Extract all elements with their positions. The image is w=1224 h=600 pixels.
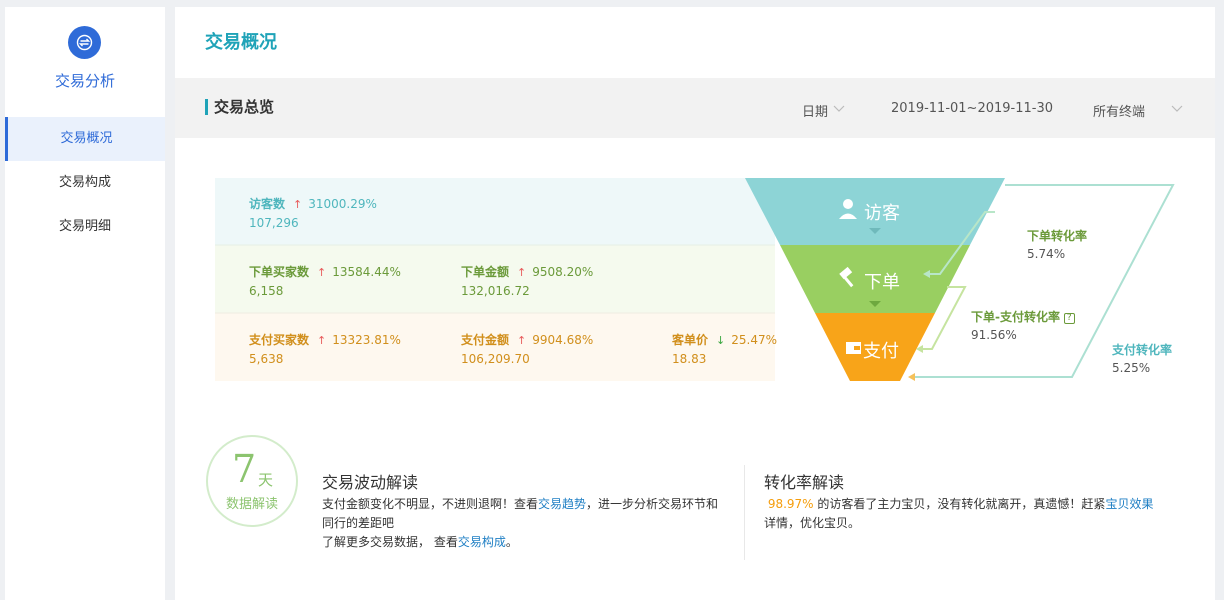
conversion-value: 5.25% xyxy=(1112,361,1151,375)
exchange-icon xyxy=(68,26,101,59)
arrow-up-icon: ↑ xyxy=(317,334,327,347)
metric-order-buyers: 下单买家数 ↑ 13584.44% 6,158 xyxy=(249,263,401,300)
link-trade-trend[interactable]: 交易趋势 xyxy=(538,497,586,511)
metric-value: 107,296 xyxy=(249,216,299,230)
sidebar-item-composition[interactable]: 交易构成 xyxy=(5,161,165,205)
link-item-effect[interactable]: 宝贝效果 xyxy=(1105,497,1153,511)
text-segment: 了解更多交易数据， 查看 xyxy=(322,535,458,549)
link-trade-composition[interactable]: 交易构成 xyxy=(458,535,506,549)
arrow-up-icon: ↑ xyxy=(293,198,303,211)
metric-value: 106,209.70 xyxy=(461,352,530,366)
metric-pct: 13323.81% xyxy=(332,333,401,347)
fluctuation-text: 支付金额变化不明显，不进则退啊！查看交易趋势，进一步分析交易环节和 同行的差距吧… xyxy=(322,495,742,552)
arrow-up-icon: ↑ xyxy=(317,266,327,279)
text-segment: 支付金额变化不明显，不进则退啊！查看 xyxy=(322,497,539,511)
conversion-value: 91.56% xyxy=(971,328,1017,342)
metric-pay-amount: 支付金额 ↑ 9904.68% 106,209.70 xyxy=(461,331,593,368)
badge-number: 7 xyxy=(232,447,257,491)
metric-value: 6,158 xyxy=(249,284,284,298)
insight-badge: 7 天 数据解读 xyxy=(206,435,298,527)
fluctuation-title: 交易波动解读 xyxy=(322,473,419,492)
metric-value: 5,638 xyxy=(249,352,284,366)
arrow-down-icon: ↓ xyxy=(716,334,726,347)
metric-unit-price: 客单价 ↓ 25.47% 18.83 xyxy=(672,331,777,368)
sidebar-title: 交易分析 xyxy=(54,72,115,90)
conversion-insight-title: 转化率解读 xyxy=(764,473,845,492)
metric-label: 下单买家数 xyxy=(249,265,310,279)
text-segment: 。 xyxy=(505,535,518,549)
metric-label: 支付买家数 xyxy=(249,333,310,347)
funnel-label-pay: 支付 xyxy=(863,341,899,362)
text-segment: 同行的差距吧 xyxy=(322,516,395,530)
metric-pct: 25.47% xyxy=(731,333,777,347)
metric-pct: 9508.20% xyxy=(532,265,594,279)
funnel-label-visitor: 访客 xyxy=(864,203,900,224)
metric-label: 客单价 xyxy=(672,333,709,347)
metric-visitors: 访客数 ↑ 31000.29% 107,296 xyxy=(249,195,377,232)
sidebar-item-overview[interactable]: 交易概况 xyxy=(5,117,165,161)
metric-pct: 9904.68% xyxy=(532,333,594,347)
metric-value: 18.83 xyxy=(672,352,707,366)
arrow-up-icon: ↑ xyxy=(517,334,527,347)
question-icon[interactable]: ? xyxy=(1063,313,1075,324)
conversion-order: 下单转化率 5.74% xyxy=(1027,227,1087,263)
divider xyxy=(744,465,745,560)
text-segment: 的访客看了主力宝贝，没有转化就离开，真遗憾！赶紧 xyxy=(817,497,1106,511)
badge-subtitle: 数据解读 xyxy=(225,497,278,512)
main-panel: 交易概况 交易总览 日期 2019-11-01~2019-11-30 所有终端 xyxy=(175,7,1215,600)
metric-pct: 31000.29% xyxy=(308,197,377,211)
conversion-name: 下单转化率 xyxy=(1027,229,1088,243)
metric-label: 支付金额 xyxy=(461,333,510,347)
sidebar: 交易分析 交易概况 交易构成 交易明细 xyxy=(5,7,165,600)
conversion-name: 下单-支付转化率 xyxy=(971,310,1060,324)
funnel-label-order: 下单 xyxy=(864,272,900,293)
sidebar-item-detail[interactable]: 交易明细 xyxy=(5,205,165,249)
text-segment: 详情，优化宝贝。 xyxy=(764,516,861,530)
conversion-order-pay: 下单-支付转化率 ? 91.56% xyxy=(971,308,1075,344)
metric-order-amount: 下单金额 ↑ 9508.20% 132,016.72 xyxy=(461,263,593,300)
conversion-name: 支付转化率 xyxy=(1112,343,1173,357)
conversion-pay: 支付转化率 5.25% xyxy=(1112,341,1172,377)
metric-value: 132,016.72 xyxy=(461,284,530,298)
arrow-up-icon: ↑ xyxy=(517,266,527,279)
text-segment: ，进一步分析交易环节和 xyxy=(586,497,719,511)
conversion-insight-text: 98.97% 的访客看了主力宝贝，没有转化就离开，真遗憾！赶紧宝贝效果 详情，优… xyxy=(764,495,1184,533)
metric-pay-buyers: 支付买家数 ↑ 13323.81% 5,638 xyxy=(249,331,401,368)
wallet-icon xyxy=(846,342,861,354)
visitor-ratio: 98.97% xyxy=(767,497,814,511)
conversion-value: 5.74% xyxy=(1027,247,1066,261)
metric-label: 下单金额 xyxy=(461,265,510,279)
badge-unit: 天 xyxy=(258,471,274,489)
metric-label: 访客数 xyxy=(249,197,286,211)
metric-pct: 13584.44% xyxy=(332,265,401,279)
